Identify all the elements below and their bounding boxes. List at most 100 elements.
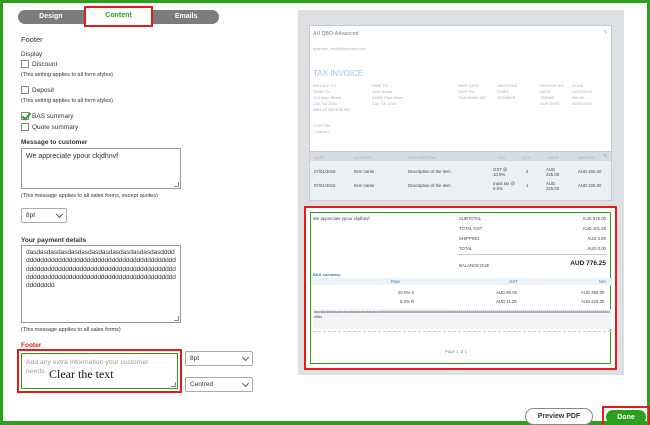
meta-label: INVOICE NO. bbox=[540, 83, 565, 88]
bas-gst: AUD 11.25 bbox=[496, 299, 517, 304]
row-desc: Description of the item bbox=[408, 169, 451, 174]
tab-emails[interactable]: Emails bbox=[153, 10, 219, 24]
meta-label: TERMS bbox=[540, 95, 554, 100]
tab-bar: Design Content Emails bbox=[18, 6, 219, 27]
deposit-note: (This setting applies to all form styles… bbox=[21, 98, 114, 104]
modal-frame: Design Content Emails Footer Display Dis… bbox=[0, 0, 650, 425]
option-deposit[interactable]: Deposit bbox=[21, 86, 54, 94]
preview-footer-highlight: We appreciate ypour ckjdhnvf SUBTOTAL AU… bbox=[304, 206, 617, 370]
ship-to-line: City, SA 1234 bbox=[372, 101, 396, 106]
row-date: 07/01/2016 bbox=[314, 183, 336, 188]
edit-pencil-icon[interactable]: ✎ bbox=[603, 153, 608, 160]
deposit-label: Deposit bbox=[32, 86, 55, 94]
balance-value: AUD 776.25 bbox=[570, 260, 606, 267]
table-header: GST bbox=[498, 155, 507, 160]
resize-handle-icon[interactable] bbox=[174, 182, 179, 187]
total-label: SUBTOTAL bbox=[459, 216, 482, 221]
payment-details-input[interactable]: dasdasdasdasdasdasdasdasdasdasdasdasdasd… bbox=[21, 245, 181, 323]
invoice-to-label: INVOICE TO bbox=[313, 83, 336, 88]
preview-footer-section[interactable]: We appreciate ypour ckjdhnvf SUBTOTAL AU… bbox=[310, 212, 614, 364]
meta-label: TRACKING NO. bbox=[458, 95, 487, 100]
meta-value: 01/07/2016 bbox=[572, 89, 593, 94]
meta-label: SHIP VIA bbox=[458, 89, 475, 94]
divider bbox=[457, 254, 607, 255]
message-to-customer-input[interactable]: We appreciate ypour ckjdhnvf bbox=[21, 148, 181, 189]
tab-content[interactable]: Content bbox=[83, 6, 154, 27]
bas-rate: 5.0% R bbox=[400, 299, 415, 304]
meta-label: DATE bbox=[540, 89, 551, 94]
custom-value: Custom 1 bbox=[313, 129, 331, 134]
footer-align-select[interactable]: Centred bbox=[185, 377, 253, 392]
invoice-to-line: Smith Co. bbox=[313, 89, 331, 94]
footer-highlight: Add any extra information your customer … bbox=[17, 349, 182, 393]
row-date: 07/01/2016 bbox=[314, 169, 336, 174]
bas-header: GST bbox=[509, 279, 518, 284]
invoice-to-line: ABN 12 345 678 901 bbox=[313, 107, 351, 112]
total-value: AUD 101.25 bbox=[582, 226, 606, 231]
discount-checkbox[interactable] bbox=[21, 60, 29, 68]
meta-label: SHIP DATE bbox=[458, 83, 479, 88]
option-discount[interactable]: Discount bbox=[21, 60, 57, 68]
message-label: Message to customer bbox=[21, 139, 88, 146]
footer-settings-panel: Footer Display Discount (This setting ap… bbox=[18, 31, 258, 396]
footer-field-label: Footer bbox=[21, 342, 42, 349]
option-bas-summary[interactable]: BAS summary bbox=[21, 112, 74, 120]
table-header: AMOUNT bbox=[578, 155, 596, 160]
table-header: ACTIVITY bbox=[354, 155, 373, 160]
total-label: SHIPPING bbox=[459, 236, 480, 241]
total-value: AUD 3.50 bbox=[587, 236, 606, 241]
doc-title: TAX INVOICE bbox=[313, 69, 364, 78]
row-qty: 1 bbox=[526, 183, 529, 188]
total-value: AUD 675.00 bbox=[582, 216, 606, 221]
deposit-checkbox[interactable] bbox=[21, 86, 29, 94]
total-label: TOTAL GST bbox=[459, 226, 483, 231]
message-font-size-select[interactable]: 8pt bbox=[21, 208, 67, 223]
message-value: We appreciate ypour ckjdhnvf bbox=[26, 153, 119, 160]
bas-net: AUD 450.00 bbox=[581, 290, 605, 295]
meta-value: FedEx bbox=[497, 89, 509, 94]
display-label: Display bbox=[21, 51, 43, 58]
bas-header-row bbox=[311, 278, 614, 285]
balance-label: BALANCE DUE bbox=[459, 263, 490, 268]
total-label: TOTAL bbox=[459, 246, 473, 251]
ship-to-line: John Smith bbox=[372, 89, 393, 94]
table-header: DATE bbox=[314, 155, 325, 160]
footer-text-input[interactable]: Add any extra information your customer … bbox=[21, 353, 178, 389]
section-title: Footer bbox=[21, 35, 43, 44]
payment-details-value: dasdasdasdasdasdasdasdasdasdasdasdasdasd… bbox=[26, 249, 176, 290]
company-name: AU QBO-Advanced bbox=[313, 31, 359, 37]
row-qty: 2 bbox=[526, 169, 529, 174]
row-amount: AUD 450.00 bbox=[578, 169, 602, 174]
preview-pdf-button[interactable]: Preview PDF bbox=[525, 408, 593, 425]
bas-rate: 20.0% S bbox=[398, 290, 415, 295]
edit-pencil-icon[interactable]: ✎ bbox=[603, 29, 608, 36]
meta-value: 06/02/2016 bbox=[572, 101, 593, 106]
preview-items-section[interactable]: DATE ACTIVITY DESCRIPTION GST QTY RATE A… bbox=[309, 151, 612, 201]
footer-font-size-select[interactable]: 8pt bbox=[185, 351, 253, 366]
custom-label: CUSTOM bbox=[313, 123, 331, 128]
bas-header: Net bbox=[599, 279, 606, 284]
row-activity: Item name bbox=[354, 183, 375, 188]
payment-note: (This message applies to all sales forms… bbox=[21, 327, 121, 333]
option-quote-summary[interactable]: Quote summary bbox=[21, 123, 78, 131]
row-rate: AUD 225.00 bbox=[546, 167, 560, 177]
quote-summary-checkbox[interactable] bbox=[21, 123, 29, 131]
ship-to-line: 23052 Park Drive bbox=[372, 95, 403, 100]
chevron-down-icon bbox=[241, 379, 250, 387]
tab-design[interactable]: Design bbox=[18, 10, 84, 24]
bas-summary-checkbox[interactable] bbox=[21, 112, 29, 120]
meta-value: 12345 bbox=[572, 83, 584, 88]
preview-header-section[interactable]: AU QBO-Advanced example_email@domain.com… bbox=[309, 25, 612, 153]
resize-handle-icon[interactable] bbox=[171, 382, 176, 387]
row-amount: AUD 225.00 bbox=[578, 183, 602, 188]
bas-summary-title: BAS summary bbox=[313, 272, 341, 277]
chevron-down-icon bbox=[55, 210, 64, 218]
bas-net: AUD 225.00 bbox=[581, 299, 605, 304]
row-rate: AUD 225.00 bbox=[546, 181, 560, 191]
done-button[interactable]: Done bbox=[606, 410, 646, 424]
message-font-size-value: 8pt bbox=[26, 212, 36, 219]
total-value: AUD 0.00 bbox=[587, 246, 606, 251]
resize-handle-icon[interactable] bbox=[174, 316, 179, 321]
meta-value: Net 30 bbox=[572, 95, 584, 100]
payment-details-preview: dasdasdasdasdasdasdasdasdasdasdasddddddd… bbox=[313, 309, 611, 329]
